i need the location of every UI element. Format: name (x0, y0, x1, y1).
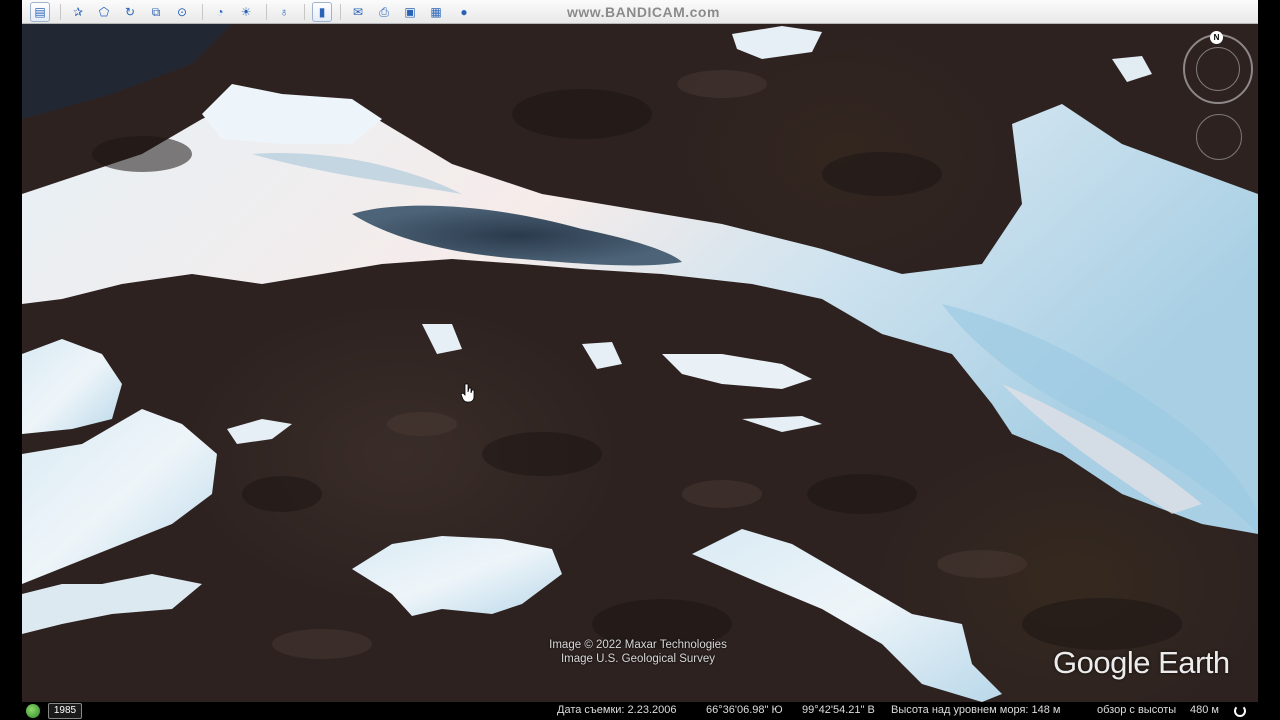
hand-cursor-icon (461, 383, 475, 403)
map-viewport[interactable] (22, 24, 1258, 702)
elevation-readout: Высота над уровнем моря: 148 м (891, 704, 1061, 716)
letterbox-right (1258, 0, 1280, 720)
add-image-overlay-icon[interactable]: ⧉ (146, 2, 166, 22)
toolbar-separator (266, 4, 267, 20)
print-icon[interactable]: ⎙ (374, 2, 394, 22)
email-icon[interactable]: ✉ (348, 2, 368, 22)
latitude-readout: 66°36'06.98" Ю (706, 704, 783, 716)
eye-altitude-label: обзор с высоты (1097, 704, 1177, 716)
toolbar-separator (202, 4, 203, 20)
attribution-line-2: Image U.S. Geological Survey (560, 653, 716, 665)
letterbox-left (0, 0, 22, 720)
toolbar: ▤ ✰ ⬠ ↻ ⧉ ⊙ ◔ ☀ ♁ ▮ ✉ ⎙ ▣ ▦ ● www.BANDICAM.com (22, 0, 1258, 24)
view-in-maps-icon[interactable]: ▦ (426, 2, 446, 22)
sunlight-icon[interactable]: ☀ (236, 2, 256, 22)
toolbar-separator (60, 4, 61, 20)
add-polygon-icon[interactable]: ⬠ (94, 2, 114, 22)
streaming-progress-icon (1234, 705, 1246, 717)
status-bar: 1985 Дата съемки: 2.23.2006 66°36'06.98"… (22, 702, 1258, 720)
google-earth-logo: Google Earth (1053, 645, 1230, 680)
toolbar-separator (304, 4, 305, 20)
north-indicator-icon[interactable]: N (1210, 31, 1223, 44)
eye-altitude-value: 480 м (1190, 704, 1219, 716)
earth-gallery-icon[interactable]: ● (454, 2, 474, 22)
imagery-attribution: Image © 2022 Maxar Technologies Image U.… (520, 638, 756, 666)
historical-imagery-icon[interactable]: ◔ (210, 2, 230, 22)
historical-imagery-icon[interactable] (26, 704, 40, 718)
add-path-icon[interactable]: ↻ (120, 2, 140, 22)
add-placemark-icon[interactable]: ✰ (68, 2, 88, 22)
imagery-year-badge[interactable]: 1985 (48, 703, 82, 719)
longitude-readout: 99°42'54.21" В (802, 704, 875, 716)
recording-watermark: www.BANDICAM.com (567, 4, 720, 20)
ruler-icon[interactable]: ▮ (312, 2, 332, 22)
switch-planet-icon[interactable]: ♁ (274, 2, 294, 22)
attribution-line-1: Image © 2022 Maxar Technologies (549, 639, 727, 651)
record-tour-icon[interactable]: ⊙ (172, 2, 192, 22)
imagery-date: Дата съемки: 2.23.2006 (557, 704, 677, 716)
save-image-icon[interactable]: ▣ (400, 2, 420, 22)
look-joystick-inner[interactable] (1196, 47, 1240, 91)
sidebar-toggle-icon[interactable]: ▤ (30, 2, 50, 22)
terrain-imagery (22, 24, 1258, 702)
move-joystick[interactable] (1196, 114, 1242, 160)
look-joystick[interactable] (1183, 34, 1253, 104)
toolbar-separator (340, 4, 341, 20)
